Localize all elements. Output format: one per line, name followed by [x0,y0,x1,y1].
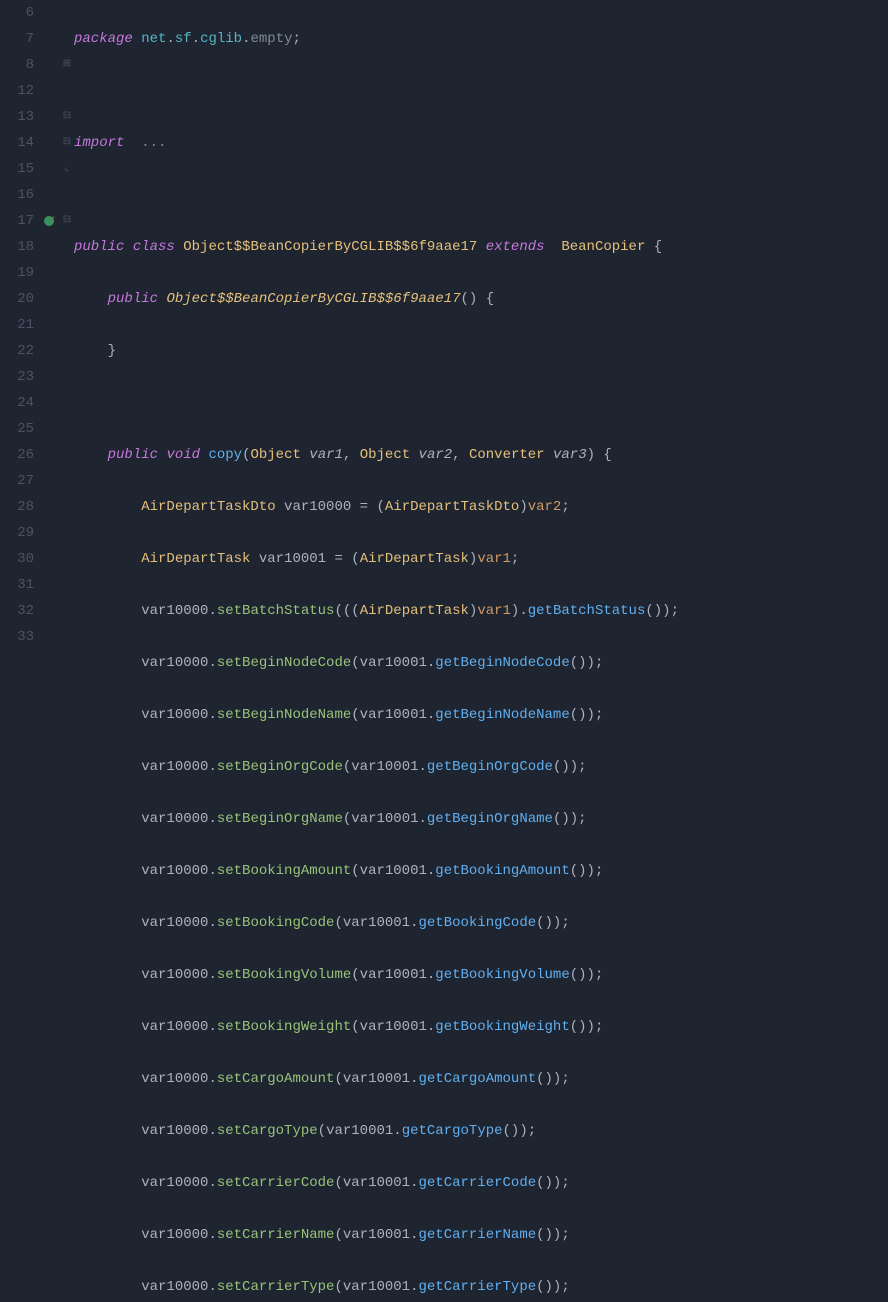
code-line[interactable]: public void copy(Object var1, Object var… [74,442,888,468]
code-line[interactable] [74,78,888,104]
code-line[interactable]: var10000.setBookingAmount(var10001.getBo… [74,858,888,884]
line-number: 25 [0,416,34,442]
line-number: 16 [0,182,34,208]
line-number: 24 [0,390,34,416]
code-line[interactable]: var10000.setCarrierCode(var10001.getCarr… [74,1170,888,1196]
code-line[interactable]: var10000.setCargoType(var10001.getCargoT… [74,1118,888,1144]
code-line[interactable]: public Object$$BeanCopierByCGLIB$$6f9aae… [74,286,888,312]
fold-toggle-icon[interactable]: ⊟ [60,208,74,234]
gutter-markers: ↑ [42,0,60,651]
code-line[interactable]: import ... [74,130,888,156]
code-line[interactable]: var10000.setCarrierType(var10001.getCarr… [74,1274,888,1300]
keyword-package: package [74,31,133,47]
class-name: Object$$BeanCopierByCGLIB$$6f9aae17 [183,239,477,255]
code-line[interactable]: AirDepartTaskDto var10000 = (AirDepartTa… [74,494,888,520]
code-line[interactable]: var10000.setBeginOrgCode(var10001.getBeg… [74,754,888,780]
keyword-import: import [74,135,124,151]
line-number: 27 [0,468,34,494]
code-line[interactable]: } [74,338,888,364]
line-number: 30 [0,546,34,572]
line-number: 6 [0,0,34,26]
line-number: 23 [0,364,34,390]
line-number: 12 [0,78,34,104]
line-number-gutter: 6 7 8 12 13 14 15 16 17 18 19 20 21 22 2… [0,0,42,651]
line-number: 20 [0,286,34,312]
code-line[interactable]: public class Object$$BeanCopierByCGLIB$$… [74,234,888,260]
fold-column: ⊞ ⊟ ⊟ ⌞ ⊟ [60,0,74,651]
code-line[interactable]: var10000.setBeginNodeCode(var10001.getBe… [74,650,888,676]
fold-toggle-icon[interactable]: ⊞ [60,52,74,78]
code-area[interactable]: package net.sf.cglib.empty; import ... p… [74,0,888,651]
code-editor[interactable]: 6 7 8 12 13 14 15 16 17 18 19 20 21 22 2… [0,0,888,651]
line-number: 8 [0,52,34,78]
code-line[interactable]: var10000.setBookingVolume(var10001.getBo… [74,962,888,988]
method-name: copy [208,447,242,463]
line-number: 31 [0,572,34,598]
line-number: 19 [0,260,34,286]
line-number: 17 [0,208,34,234]
code-line[interactable]: var10000.setBatchStatus(((AirDepartTask)… [74,598,888,624]
code-line[interactable]: AirDepartTask var10001 = (AirDepartTask)… [74,546,888,572]
line-number: 15 [0,156,34,182]
super-class: BeanCopier [561,239,645,255]
line-number: 28 [0,494,34,520]
override-arrow-icon: ↑ [50,208,56,234]
line-number: 32 [0,598,34,624]
line-number: 18 [0,234,34,260]
line-number: 26 [0,442,34,468]
line-number: 22 [0,338,34,364]
constructor-name: Object$$BeanCopierByCGLIB$$6f9aae17 [166,291,460,307]
code-line[interactable]: var10000.setBeginOrgName(var10001.getBeg… [74,806,888,832]
fold-toggle-icon[interactable]: ⊟ [60,104,74,130]
code-line[interactable] [74,182,888,208]
line-number: 21 [0,312,34,338]
line-number: 33 [0,624,34,650]
code-line[interactable]: var10000.setBeginNodeName(var10001.getBe… [74,702,888,728]
line-number: 13 [0,104,34,130]
fold-toggle-icon[interactable]: ⊟ [60,130,74,156]
code-line[interactable] [74,390,888,416]
line-number: 29 [0,520,34,546]
line-number: 14 [0,130,34,156]
code-line[interactable]: var10000.setCarrierName(var10001.getCarr… [74,1222,888,1248]
code-line[interactable]: var10000.setBookingCode(var10001.getBook… [74,910,888,936]
code-line[interactable]: package net.sf.cglib.empty; [74,26,888,52]
code-line[interactable]: var10000.setBookingWeight(var10001.getBo… [74,1014,888,1040]
line-number: 7 [0,26,34,52]
code-line[interactable]: var10000.setCargoAmount(var10001.getCarg… [74,1066,888,1092]
fold-end-icon: ⌞ [60,156,74,182]
